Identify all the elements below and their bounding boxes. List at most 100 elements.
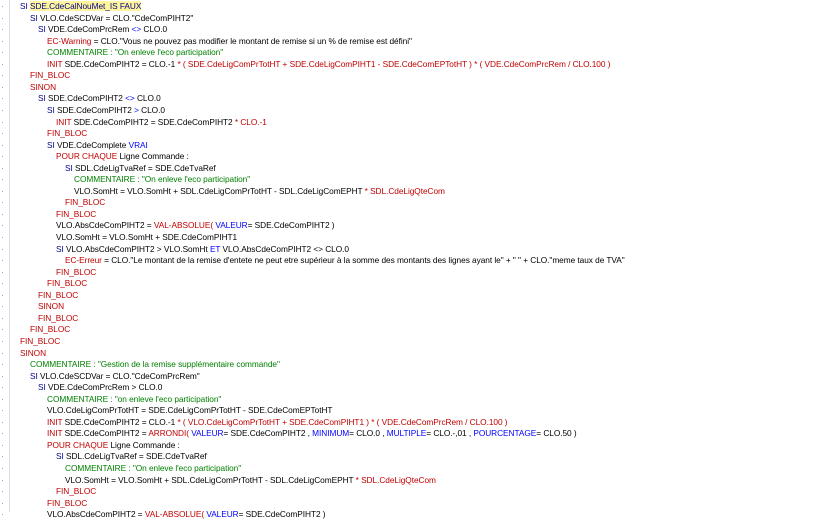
code-token: SDL.CdeLigTvaRef = SDE.CdeTvaRef — [66, 451, 207, 462]
code-token: FIN_BLOC — [38, 289, 79, 300]
code-token: COMMENTAIRE : "Gestion de la remise supp… — [30, 359, 280, 370]
code-line[interactable]: FIN_BLOC — [38, 290, 78, 301]
code-line[interactable]: COMMENTAIRE : "On enleve l'eco participa… — [65, 463, 241, 474]
code-token: INIT — [47, 58, 63, 69]
code-line[interactable]: COMMENTAIRE : "On enleve l'eco participa… — [47, 47, 223, 58]
code-line[interactable]: SINON — [38, 301, 64, 312]
code-token: CLO.0 — [141, 24, 168, 35]
code-token: SI — [47, 139, 57, 150]
code-line[interactable]: FIN_BLOC — [30, 70, 70, 81]
code-line[interactable]: SI VDE.CdeComPrcRem > CLO.0 — [38, 382, 162, 393]
code-token: SI — [20, 1, 30, 11]
code-token: FIN_BLOC — [56, 486, 97, 497]
gutter-marker — [2, 433, 6, 435]
code-line[interactable]: FIN_BLOC — [65, 197, 105, 208]
gutter-marker — [2, 317, 6, 319]
code-line[interactable]: SI VDE.CdeComplete VRAI — [47, 140, 148, 151]
code-token: VLO.AbsCdeComPIHT2 = — [47, 509, 145, 520]
code-token: SDE.CdeComPIHT2 = CLO.-1 — [62, 58, 178, 69]
code-line[interactable]: EC-Warning = CLO."Vous ne pouvez pas mod… — [47, 36, 412, 47]
code-token: VLO.AbsCdeComPIHT2 = — [56, 220, 154, 231]
code-line[interactable]: FIN_BLOC — [47, 498, 87, 509]
code-token: = SDE.CdeComPIHT2 , — [223, 428, 313, 439]
gutter-marker — [2, 29, 6, 31]
gutter-marker — [2, 444, 6, 446]
code-line[interactable]: FIN_BLOC — [47, 278, 87, 289]
code-token: VDE.CdeComplete — [57, 139, 129, 150]
code-line[interactable]: FIN_BLOC — [56, 267, 96, 278]
code-line[interactable]: SINON — [20, 348, 46, 359]
gutter-marker — [2, 479, 6, 481]
gutter-marker — [2, 40, 6, 42]
gutter-marker — [2, 491, 6, 493]
code-token: <> — [131, 24, 142, 35]
gutter-marker — [2, 375, 6, 377]
code-line[interactable]: SINON — [30, 82, 56, 93]
code-line[interactable]: SI SDL.CdeLigTvaRef = SDE.CdeTvaRef — [56, 451, 207, 462]
code-line[interactable]: SI SDE.CdeComPIHT2 > CLO.0 — [47, 105, 165, 116]
code-token: SDE.CdeComPIHT2 = — [62, 428, 149, 439]
code-line[interactable]: SI VLO.AbsCdeComPIHT2 > VLO.SomHt ET VLO… — [56, 244, 349, 255]
gutter-marker — [2, 52, 6, 54]
code-token: SDE.CdeComPIHT2 — [57, 104, 135, 115]
code-line[interactable]: FIN_BLOC — [20, 336, 60, 347]
code-line[interactable]: SI VLO.CdeSCDVar = CLO."CdeComPIHT2" — [30, 13, 193, 24]
code-line[interactable]: INIT SDE.CdeComPIHT2 = ARRONDI( VALEUR= … — [47, 428, 577, 439]
code-line[interactable]: VLO.SomHt = VLO.SomHt + SDL.CdeLigComPrT… — [74, 186, 445, 197]
code-line[interactable]: SI SDE.CdeComPIHT2 <> CLO.0 — [38, 93, 161, 104]
code-line[interactable]: POUR CHAQUE Ligne Commande : — [47, 440, 180, 451]
code-line[interactable]: POUR CHAQUE Ligne Commande : — [56, 151, 189, 162]
gutter-marker — [2, 17, 6, 19]
code-line[interactable]: COMMENTAIRE : "Gestion de la remise supp… — [30, 359, 280, 370]
code-line[interactable]: SI VDE.CdeComPrcRem <> CLO.0 — [38, 24, 167, 35]
code-token: SDL.CdeLigTvaRef = SDE.CdeTvaRef — [75, 162, 216, 173]
code-token: * ( SDE.CdeLigComPrTotHT + SDE.CdeLigCom… — [177, 58, 611, 69]
code-line[interactable]: INIT SDE.CdeComPIHT2 = SDE.CdeComPIHT2 *… — [56, 117, 267, 128]
code-token: SDE.CdeComPIHT2 = CLO.-1 — [62, 416, 178, 427]
code-token: SI — [65, 162, 75, 173]
code-token: VLO.AbsCdeComPIHT2 <> CLO.0 — [220, 243, 349, 254]
code-token: EC-Erreur — [65, 255, 102, 266]
code-line[interactable]: FIN_BLOC — [47, 128, 87, 139]
code-line[interactable]: FIN_BLOC — [30, 324, 70, 335]
code-token: * SDL.CdeLigQteCom — [364, 185, 445, 196]
code-line[interactable]: VLO.CdeLigComPrTotHT = SDE.CdeLigComPrTo… — [47, 405, 332, 416]
code-line[interactable]: VLO.SomHt = VLO.SomHt + SDE.CdeComPIHT1 — [56, 232, 237, 243]
code-token: INIT — [47, 416, 63, 427]
code-line[interactable]: FIN_BLOC — [38, 313, 78, 324]
code-token: Ligne Commande : — [117, 151, 189, 162]
code-token: MULTIPLE — [386, 428, 427, 439]
code-line[interactable]: FIN_BLOC — [56, 209, 96, 220]
code-token: VLO.SomHt = VLO.SomHt + SDE.CdeComPIHT1 — [56, 232, 238, 242]
code-token: VAL-ABSOLUE( — [144, 509, 205, 520]
code-token: INIT — [47, 428, 63, 439]
gutter-marker — [2, 190, 6, 192]
code-token: ARRONDI( — [148, 428, 189, 439]
code-token: ET — [209, 243, 221, 254]
code-line[interactable]: INIT SDE.CdeComPIHT2 = CLO.-1 * ( VLO.Cd… — [47, 417, 508, 428]
code-token: Ligne Commande : — [108, 439, 180, 450]
code-token: POUR CHAQUE — [56, 151, 118, 162]
code-line[interactable]: INIT SDE.CdeComPIHT2 = CLO.-1 * ( SDE.Cd… — [47, 59, 610, 70]
code-line[interactable]: SI SDE.CdeCalNouMet_IS FAUX — [20, 1, 141, 12]
code-line[interactable]: EC-Erreur = CLO."Le montant de la remise… — [65, 255, 625, 266]
code-line[interactable]: VLO.SomHt = VLO.SomHt + SDL.CdeLigComPrT… — [65, 475, 436, 486]
gutter-marker — [2, 271, 6, 273]
code-line[interactable]: SI VLO.CdeSCDVar = CLO."CdeComPrcRem" — [30, 371, 200, 382]
code-token: = SDE.CdeComPIHT2 ) — [247, 220, 335, 231]
code-token: SINON — [20, 347, 47, 358]
code-line[interactable]: COMMENTAIRE : "On enleve l'eco participa… — [74, 174, 250, 185]
gutter-marker — [2, 294, 6, 296]
editor-gutter — [0, 0, 10, 516]
code-line[interactable]: SI SDL.CdeLigTvaRef = SDE.CdeTvaRef — [65, 163, 216, 174]
code-line[interactable]: VLO.AbsCdeComPIHT2 = VAL-ABSOLUE( VALEUR… — [47, 509, 326, 520]
code-editor[interactable]: SI SDE.CdeCalNouMet_IS FAUX SI VLO.CdeSCD… — [10, 0, 815, 519]
code-token: * CLO.-1 — [234, 116, 267, 127]
code-token: VLO.AbsCdeComPIHT2 > VLO.SomHt — [66, 243, 210, 254]
code-token: FIN_BLOC — [38, 312, 79, 323]
code-line[interactable]: FIN_BLOC — [56, 486, 96, 497]
code-line[interactable]: COMMENTAIRE : "on enleve l'eco participa… — [47, 394, 221, 405]
code-line[interactable]: VLO.AbsCdeComPIHT2 = VAL-ABSOLUE( VALEUR… — [56, 220, 335, 231]
code-token: SI — [30, 370, 40, 381]
code-token: SI — [30, 12, 40, 23]
